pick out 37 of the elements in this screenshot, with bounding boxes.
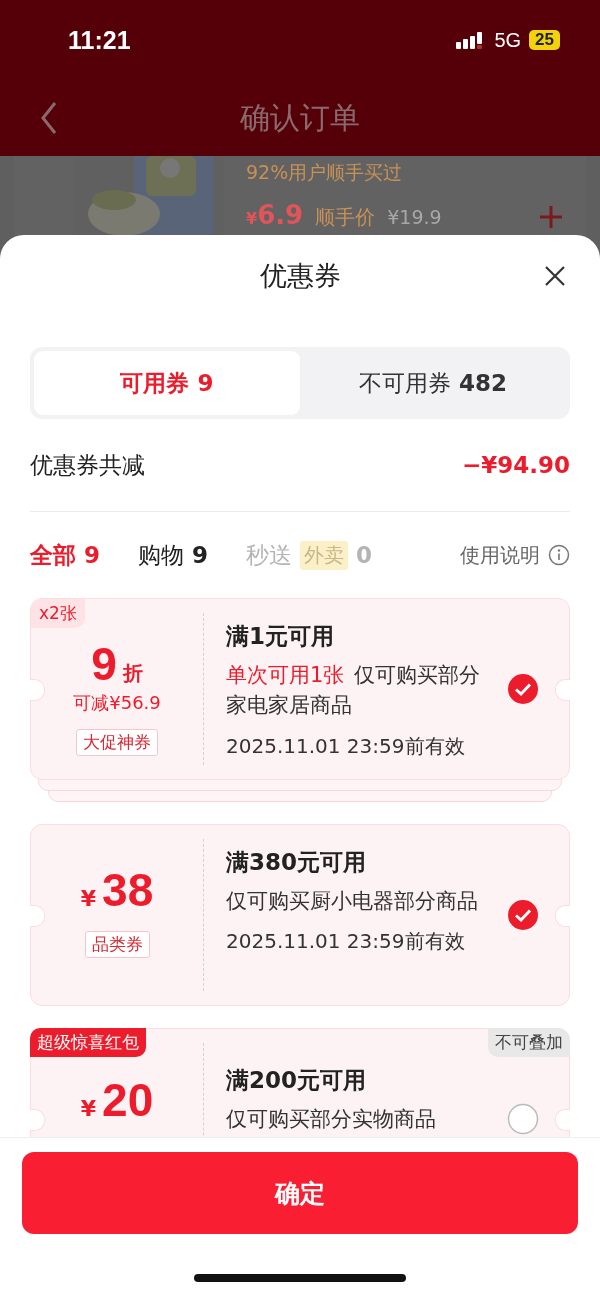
coupon-condition: 满1元可用 [226,622,335,651]
expiry-date: 2025.11.01 23:59前有效 [226,732,466,760]
coupon-condition: 满380元可用 [226,848,367,877]
coupon-card[interactable]: x2张 9 折 可减¥56.9 大促神券 满1元可用 单次可用1张 仅可购买部分家电家居商品 2025.11.01 23:59前有效 [30,598,570,780]
coupon-tag: 品类券 [84,931,150,958]
confirm-button[interactable]: 确定 [22,1152,578,1234]
sheet-title: 优惠券 [259,259,341,293]
coupon-description: 仅可购买厨小电器部分商品 [226,888,479,915]
stacking-note: 不可叠加 [488,1028,570,1057]
coupon-tab[interactable]: 可用券 9 [34,351,300,415]
coupon-card[interactable]: 超级惊喜红包 不可叠加 ¥20 满200元可用 仅可购买部分实物商品 [30,1028,570,1137]
product-price: ¥6.9 [246,200,304,230]
battery-indicator: 25 [529,30,560,50]
original-price: ¥19.9 [387,206,442,228]
coupon-tag: 大促神券 [76,729,158,756]
coupon-description: 仅可购买部分实物商品 [226,1106,437,1133]
price-label: 顺手价 [315,204,376,231]
coupon-card[interactable]: ¥38 品类券 满380元可用 仅可购买厨小电器部分商品 2025.11.01 23:59前有效 [30,824,570,1006]
promo-text: 92%用户顺手买过 [246,160,404,185]
discount-label: 优惠券共减 [30,450,145,480]
filter-tab[interactable]: 全部 9 [30,539,100,571]
discount-amount: −¥94.90 [461,452,570,478]
quantity-badge: x2张 [31,599,85,628]
filter-tab[interactable]: 购物 9 [138,539,209,571]
expiry-date: 2025.11.01 23:59前有效 [226,928,466,956]
coupon-value: ¥38 [80,863,154,917]
coupon-tab[interactable]: 不可用券 482 [300,351,566,415]
coupon-description: 单次可用1张 仅可购买部分家电家居商品 [226,662,482,720]
coupon-value: ¥20 [80,1073,154,1127]
page-title: 确认订单 [239,98,361,137]
saving-text: 可减¥56.9 [73,691,161,715]
network-label: 5G [494,28,522,52]
promo-ribbon: 超级惊喜红包 [30,1028,146,1057]
usage-guide-link[interactable]: 使用说明 [460,541,540,569]
status-time: 11:21 [68,25,131,55]
coupon-condition: 满200元可用 [226,1066,367,1095]
coupon-value: 9 折 [91,637,143,691]
